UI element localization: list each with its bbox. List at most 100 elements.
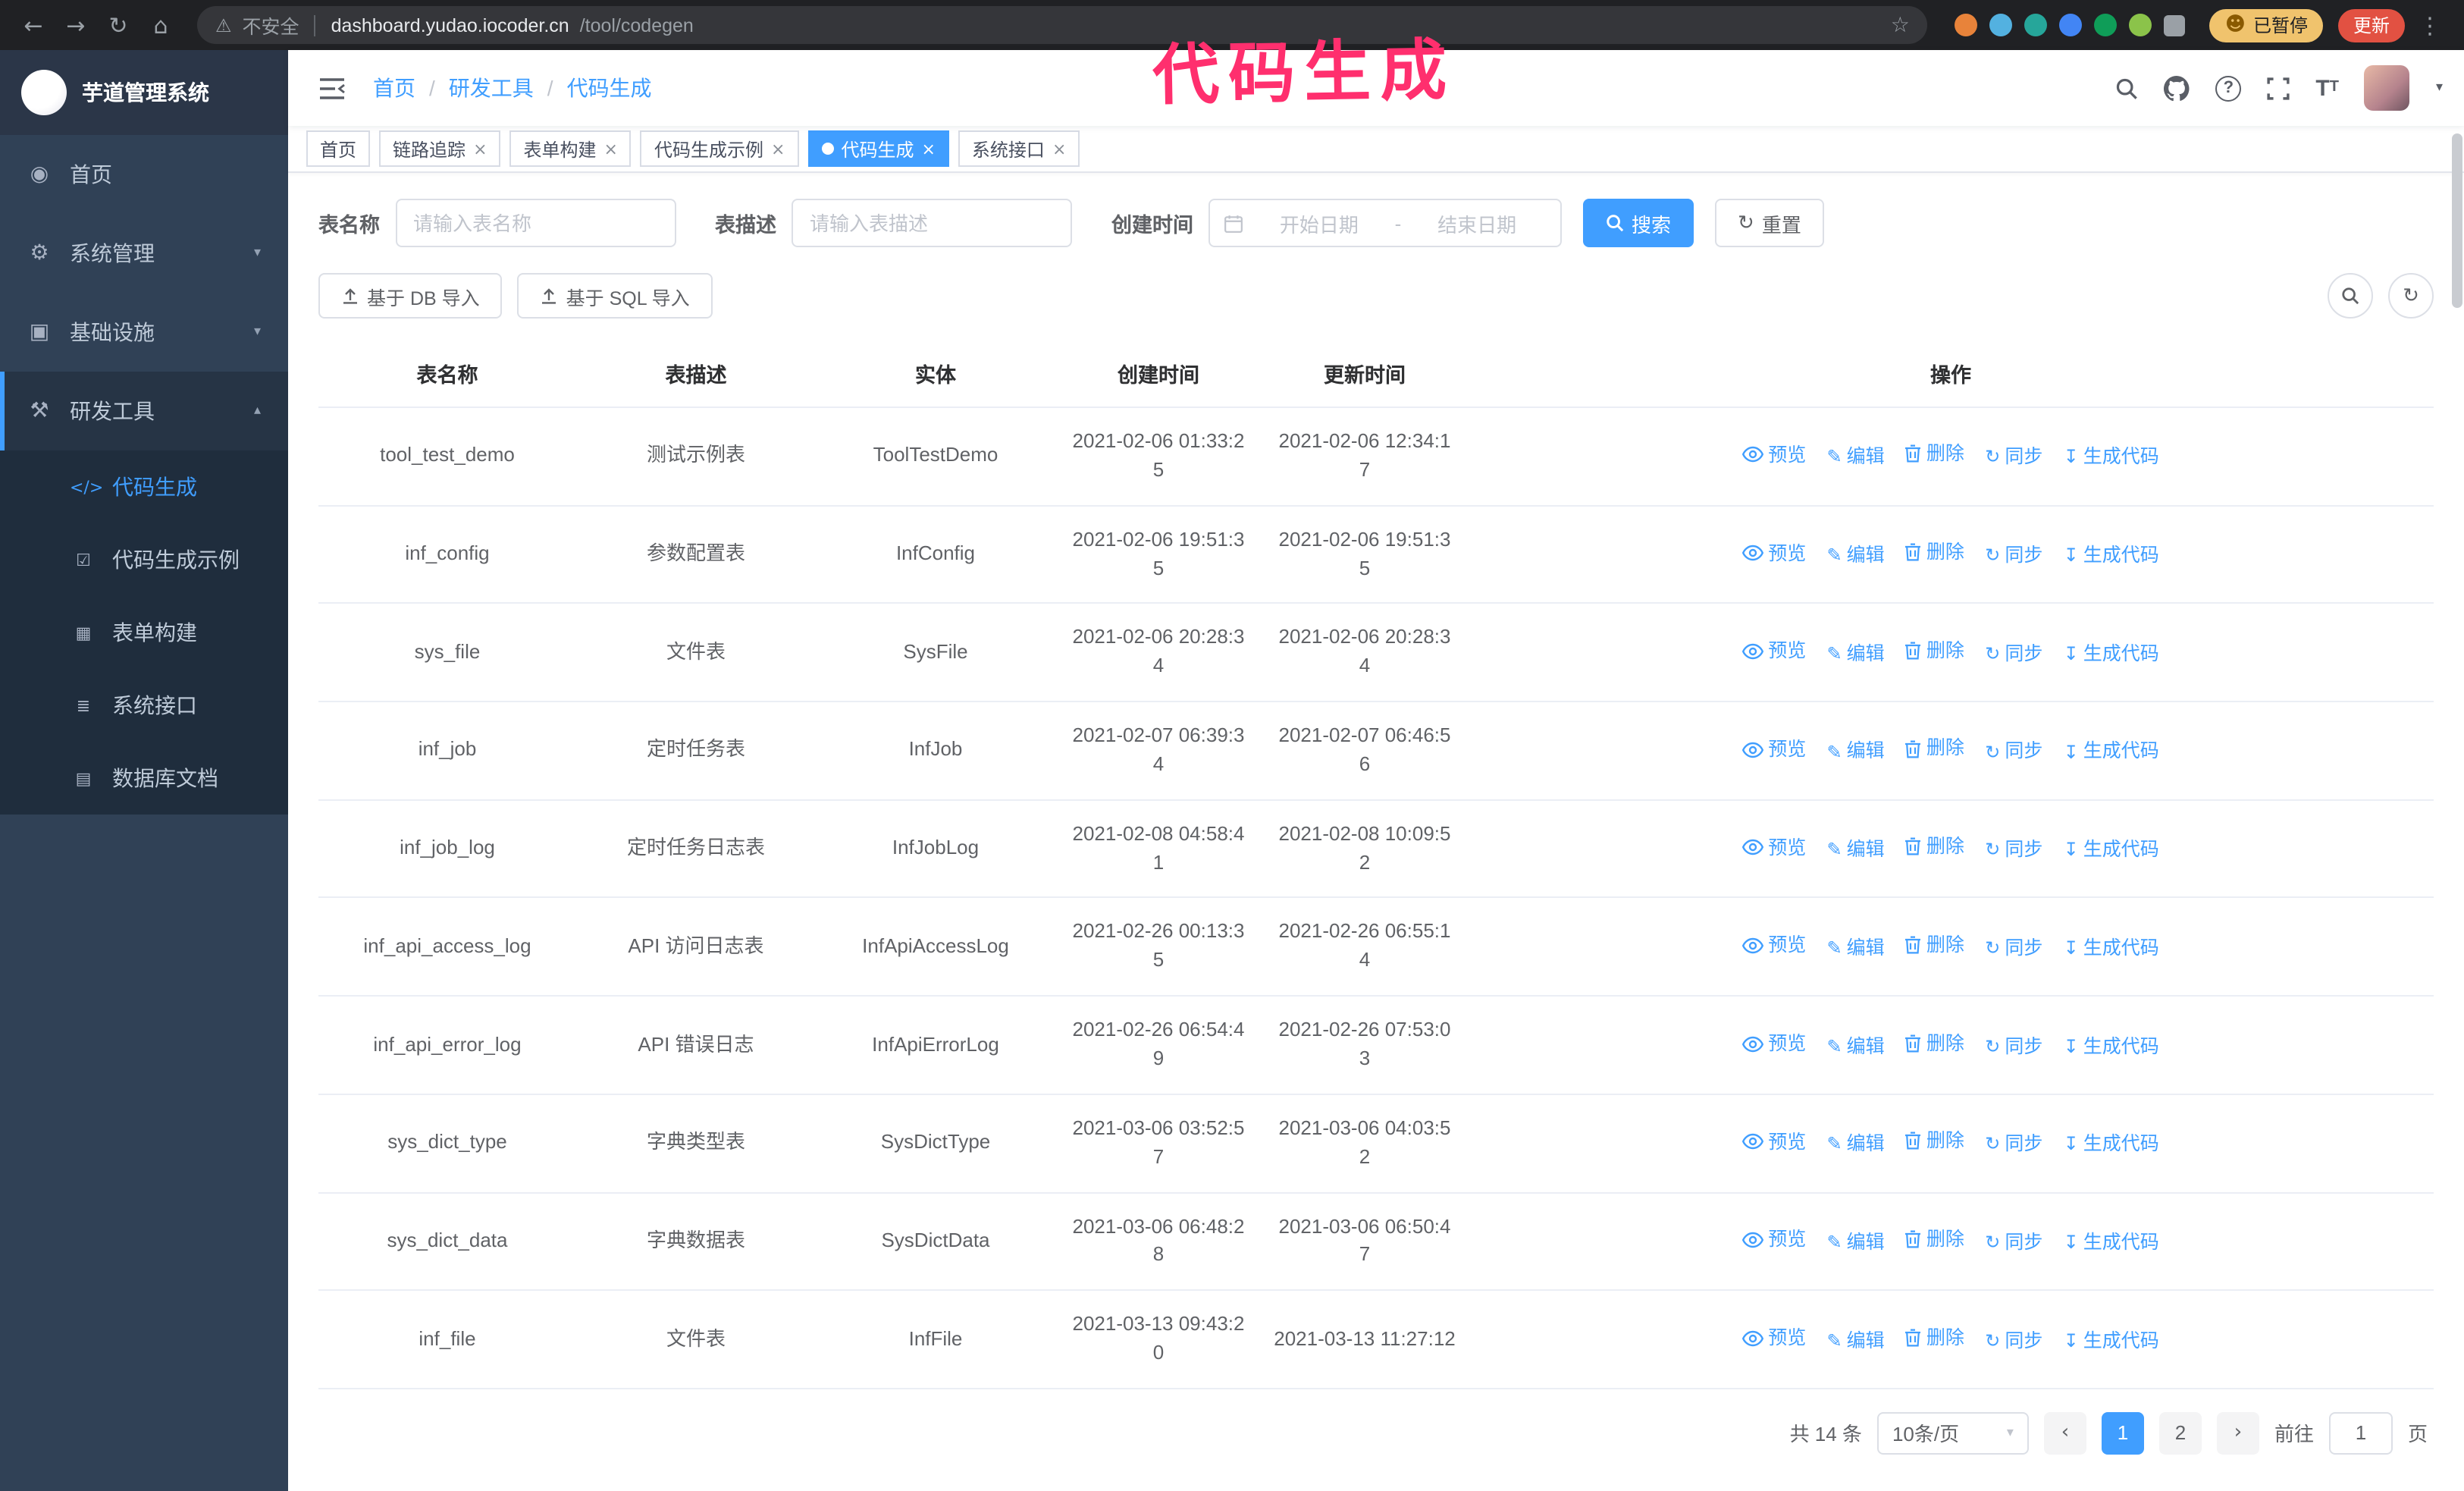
forward-icon[interactable]: → xyxy=(58,7,94,43)
edit-link[interactable]: ✎ 编辑 xyxy=(1827,1326,1885,1354)
import-sql-button[interactable]: 基于 SQL 导入 xyxy=(517,273,713,319)
close-icon[interactable]: × xyxy=(921,140,935,157)
home-icon[interactable]: ⌂ xyxy=(143,7,179,43)
delete-link[interactable]: 删除 xyxy=(1905,441,1964,468)
create-time-range-picker[interactable]: 开始日期 - 结束日期 xyxy=(1208,199,1562,247)
sidebar-item-form-builder[interactable]: ▦ 表单构建 xyxy=(0,596,288,669)
sync-link[interactable]: ↻ 同步 xyxy=(1985,738,2042,765)
help-icon[interactable]: ? xyxy=(2215,75,2242,101)
preview-link[interactable]: 预览 xyxy=(1742,1128,1806,1155)
tab-form-builder[interactable]: 表单构建 × xyxy=(509,130,632,167)
generate-code-link[interactable]: ↧ 生成代码 xyxy=(2064,640,2159,667)
column-header-table-name[interactable]: 表名称 xyxy=(318,340,576,408)
page-button-1[interactable]: 1 xyxy=(2101,1411,2144,1455)
sidebar-item-db-doc[interactable]: ▤ 数据库文档 xyxy=(0,742,288,815)
prev-page-button[interactable]: ‹ xyxy=(2043,1411,2086,1455)
extension-icon-teal[interactable] xyxy=(2024,14,2048,36)
sync-link[interactable]: ↻ 同步 xyxy=(1985,1032,2042,1059)
profile-paused-badge[interactable]: ☻ 已暂停 xyxy=(2209,8,2323,42)
generate-code-link[interactable]: ↧ 生成代码 xyxy=(2064,1229,2159,1256)
edit-link[interactable]: ✎ 编辑 xyxy=(1827,1130,1885,1157)
edit-link[interactable]: ✎ 编辑 xyxy=(1827,934,1885,962)
sync-link[interactable]: ↻ 同步 xyxy=(1985,1130,2042,1157)
close-icon[interactable]: × xyxy=(771,140,785,157)
font-size-icon[interactable]: TT xyxy=(2315,77,2339,99)
preview-link[interactable]: 预览 xyxy=(1742,539,1806,567)
preview-link[interactable]: 预览 xyxy=(1742,638,1806,665)
goto-page-input[interactable] xyxy=(2328,1411,2393,1455)
generate-code-link[interactable]: ↧ 生成代码 xyxy=(2064,836,2159,863)
generate-code-link[interactable]: ↧ 生成代码 xyxy=(2064,738,2159,765)
fullscreen-icon[interactable] xyxy=(2267,77,2290,99)
edit-link[interactable]: ✎ 编辑 xyxy=(1827,1032,1885,1059)
generate-code-link[interactable]: ↧ 生成代码 xyxy=(2064,1032,2159,1059)
generate-code-link[interactable]: ↧ 生成代码 xyxy=(2064,541,2159,569)
extension-icon-orange[interactable] xyxy=(1955,14,1978,36)
edit-link[interactable]: ✎ 编辑 xyxy=(1827,541,1885,569)
sidebar-item-codegen[interactable]: </> 代码生成 xyxy=(0,450,288,523)
sync-link[interactable]: ↻ 同步 xyxy=(1985,836,2042,863)
preview-link[interactable]: 预览 xyxy=(1742,1030,1806,1057)
tab-api[interactable]: 系统接口 × xyxy=(958,130,1080,167)
delete-link[interactable]: 删除 xyxy=(1905,1127,1964,1154)
generate-code-link[interactable]: ↧ 生成代码 xyxy=(2064,444,2159,471)
tab-tracing[interactable]: 链路追踪 × xyxy=(379,130,501,167)
edit-link[interactable]: ✎ 编辑 xyxy=(1827,1229,1885,1256)
sync-link[interactable]: ↻ 同步 xyxy=(1985,640,2042,667)
page-size-select[interactable]: 10条/页 ▾ xyxy=(1876,1411,2029,1455)
delete-link[interactable]: 删除 xyxy=(1905,735,1964,762)
sync-link[interactable]: ↻ 同步 xyxy=(1985,444,2042,471)
sidebar-item-home[interactable]: ◉ 首页 xyxy=(0,135,288,214)
preview-link[interactable]: 预览 xyxy=(1742,1324,1806,1351)
search-icon[interactable] xyxy=(2115,77,2138,99)
preview-link[interactable]: 预览 xyxy=(1742,833,1806,861)
column-header-created[interactable]: 创建时间 xyxy=(1055,340,1262,408)
extension-icon-leaf[interactable] xyxy=(2129,14,2152,36)
sidebar-item-infra[interactable]: ▣ 基础设施 ▾ xyxy=(0,293,288,372)
page-button-2[interactable]: 2 xyxy=(2158,1411,2202,1455)
security-label[interactable]: 不安全 xyxy=(243,11,299,39)
sync-link[interactable]: ↻ 同步 xyxy=(1985,541,2042,569)
extension-icon-squares[interactable] xyxy=(2059,14,2083,36)
address-bar[interactable]: ⚠ 不安全 dashboard.yudao.iocoder.cn /tool/c… xyxy=(197,6,1928,44)
back-icon[interactable]: ← xyxy=(15,7,52,43)
preview-link[interactable]: 预览 xyxy=(1742,441,1806,469)
extension-icon-blue[interactable] xyxy=(1989,14,2013,36)
browser-update-button[interactable]: 更新 xyxy=(2337,8,2405,42)
reload-icon[interactable]: ↻ xyxy=(100,7,136,43)
delete-link[interactable]: 删除 xyxy=(1905,833,1964,860)
sidebar-logo[interactable]: 芋道管理系统 xyxy=(0,50,288,135)
column-header-entity[interactable]: 实体 xyxy=(816,340,1055,408)
toggle-search-button[interactable] xyxy=(2328,273,2373,319)
tab-codegen-demo[interactable]: 代码生成示例 × xyxy=(640,130,799,167)
browser-menu-icon[interactable]: ⋮ xyxy=(2411,11,2449,39)
next-page-button[interactable]: › xyxy=(2216,1411,2259,1455)
generate-code-link[interactable]: ↧ 生成代码 xyxy=(2064,1130,2159,1157)
sidebar-item-api[interactable]: ≣ 系统接口 xyxy=(0,669,288,742)
preview-link[interactable]: 预览 xyxy=(1742,736,1806,763)
preview-link[interactable]: 预览 xyxy=(1742,1226,1806,1254)
table-name-input[interactable] xyxy=(395,199,676,247)
generate-code-link[interactable]: ↧ 生成代码 xyxy=(2064,1326,2159,1354)
sync-link[interactable]: ↻ 同步 xyxy=(1985,934,2042,962)
extension-icon-green[interactable] xyxy=(2094,14,2118,36)
sidebar-item-devtools[interactable]: ⚒ 研发工具 ▴ xyxy=(0,372,288,450)
github-icon[interactable] xyxy=(2164,75,2190,101)
table-desc-input[interactable] xyxy=(792,199,1072,247)
sync-link[interactable]: ↻ 同步 xyxy=(1985,1326,2042,1354)
column-header-table-desc[interactable]: 表描述 xyxy=(576,340,816,408)
close-icon[interactable]: × xyxy=(1052,140,1066,157)
extensions-puzzle-icon[interactable] xyxy=(2164,14,2186,36)
scrollbar-thumb[interactable] xyxy=(2452,133,2462,308)
chevron-down-icon[interactable]: ▾ xyxy=(2436,80,2443,96)
delete-link[interactable]: 删除 xyxy=(1905,1226,1964,1253)
generate-code-link[interactable]: ↧ 生成代码 xyxy=(2064,934,2159,962)
edit-link[interactable]: ✎ 编辑 xyxy=(1827,836,1885,863)
tab-codegen[interactable]: 代码生成 × xyxy=(807,130,949,167)
breadcrumb-home[interactable]: 首页 xyxy=(373,73,415,103)
import-db-button[interactable]: 基于 DB 导入 xyxy=(318,273,503,319)
delete-link[interactable]: 删除 xyxy=(1905,637,1964,664)
delete-link[interactable]: 删除 xyxy=(1905,931,1964,959)
column-header-updated[interactable]: 更新时间 xyxy=(1262,340,1468,408)
delete-link[interactable]: 删除 xyxy=(1905,538,1964,566)
